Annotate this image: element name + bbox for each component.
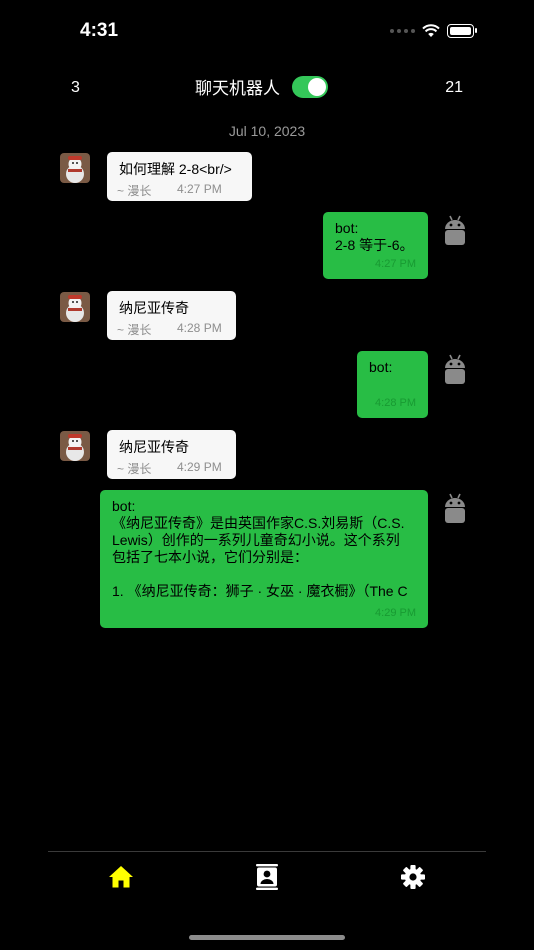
wifi-icon (422, 24, 440, 37)
bot-message-bubble[interactable]: bot: 2-8 等于-6。 4:27 PM (323, 212, 428, 279)
date-divider: Jul 10, 2023 (228, 123, 306, 139)
message-author: ~ 漫长 (117, 462, 152, 476)
message-line: Lewis）创作的一系列儿童奇幻小说。这个系列 (112, 532, 400, 548)
android-robot-icon (445, 493, 465, 523)
message-time: 4:27 PM (177, 182, 222, 196)
status-bar: 4:31 (0, 0, 534, 60)
right-count[interactable]: 21 (445, 79, 463, 97)
message-author: ~ 漫长 (117, 323, 152, 337)
message-line: 包括了七本小说，它们分别是： (112, 549, 308, 565)
user-avatar[interactable] (60, 292, 90, 322)
tab-contacts[interactable] (254, 864, 280, 890)
tab-settings[interactable] (400, 864, 426, 890)
message-time: 4:27 PM (375, 258, 416, 270)
message-line: bot: (335, 220, 359, 236)
page-title: 聊天机器人 (195, 79, 280, 98)
left-count[interactable]: 3 (71, 79, 80, 97)
android-robot-icon (445, 354, 465, 384)
message-line: 2-8 等于-6。 (335, 237, 414, 253)
user-avatar[interactable] (60, 153, 90, 183)
nav-title-group: 聊天机器人 (195, 74, 328, 99)
status-icons (390, 24, 477, 38)
user-message-bubble[interactable]: 如何理解 2-8<br/> ~ 漫长 4:27 PM (107, 152, 252, 201)
tab-bar-divider (48, 851, 486, 852)
message-line: bot: (112, 498, 136, 514)
toggle-knob (308, 77, 326, 96)
bot-avatar[interactable] (443, 353, 467, 387)
bot-avatar[interactable] (443, 214, 467, 248)
nav-bar: 3 聊天机器人 21 (0, 70, 534, 106)
cellular-signal-icon (390, 29, 415, 33)
battery-icon (447, 24, 477, 38)
message-line: bot: (369, 359, 393, 375)
home-indicator[interactable] (189, 935, 345, 940)
gear-icon (401, 865, 425, 889)
user-avatar[interactable] (60, 431, 90, 461)
message-text: 纳尼亚传奇 (119, 439, 189, 455)
android-robot-icon (445, 215, 465, 245)
message-text: 如何理解 2-8<br/> (119, 161, 232, 177)
bot-message-bubble[interactable]: bot: 《纳尼亚传奇》是由英国作家C.S.刘易斯（C.S. Lewis）创作的… (100, 490, 428, 628)
message-line (112, 566, 416, 583)
message-line: 《纳尼亚传奇》是由英国作家C.S.刘易斯（C.S. (112, 515, 405, 531)
bot-toggle-switch[interactable] (292, 75, 328, 98)
message-time: 4:28 PM (375, 397, 416, 409)
message-time: 4:29 PM (375, 607, 416, 619)
message-author: ~ 漫长 (117, 184, 152, 198)
message-time: 4:29 PM (177, 460, 222, 474)
contact-book-icon (256, 864, 278, 890)
bot-message-bubble[interactable]: bot: 4:28 PM (357, 351, 428, 418)
message-line: 1. 《纳尼亚传奇：狮子 · 女巫 · 魔衣橱》（The C (112, 583, 408, 599)
tab-home[interactable] (108, 864, 134, 890)
user-message-bubble[interactable]: 纳尼亚传奇 ~ 漫长 4:29 PM (107, 430, 236, 479)
home-icon (109, 866, 133, 888)
user-message-bubble[interactable]: 纳尼亚传奇 ~ 漫长 4:28 PM (107, 291, 236, 340)
message-text: 纳尼亚传奇 (119, 300, 189, 316)
status-time: 4:31 (80, 20, 119, 41)
message-time: 4:28 PM (177, 321, 222, 335)
bot-avatar[interactable] (443, 492, 467, 526)
